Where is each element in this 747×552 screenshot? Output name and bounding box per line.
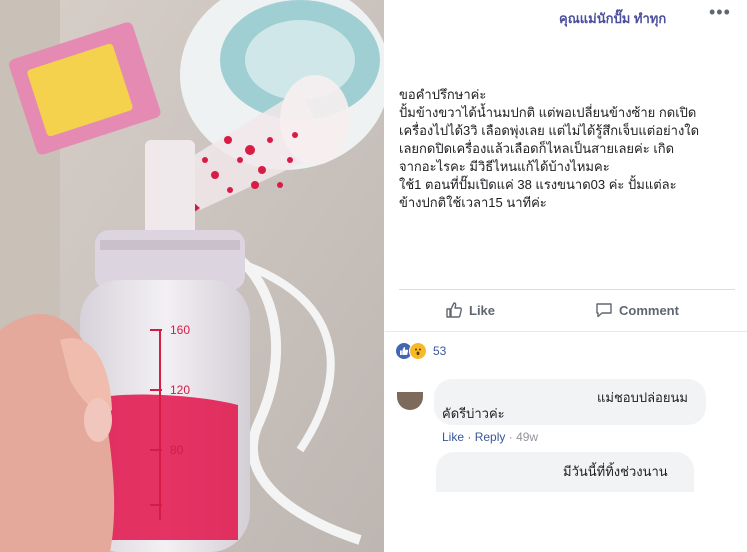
divider [399,289,735,290]
post-line: เลยกดปิดเครื่องแล้วเลือดก็ไหลเป็นสายเลยค… [399,141,675,156]
reply-text-line: มีวันนี้ที่ทิ้งช่วงนาน [563,464,668,479]
like-button[interactable]: Like [445,301,495,319]
separator: · [508,430,513,444]
post-panel: คุณแม่นักปั๊ม ทำทุก ••• ขอคำปรึกษาค่ะ ปั… [385,0,747,552]
more-options-icon[interactable]: ••• [709,2,731,23]
comment-meta: Like · Reply · 49w [442,430,538,444]
reaction-count: 53 [433,344,447,358]
svg-text:120: 120 [170,383,190,397]
breast-pump-photo: 160 120 80 [0,0,384,552]
post-line: ขอคำปรึกษาค่ะ [399,87,487,102]
commenter-avatar[interactable] [397,392,423,410]
wow-reaction-icon [409,342,427,360]
post-photo[interactable]: 160 120 80 [0,0,384,552]
reactions-divider [385,331,747,332]
reactions-summary[interactable]: 53 [395,342,446,360]
post-line: จากอะไรคะ มีวิธีไหนแก้ได้บ้างไหมคะ [399,159,610,174]
post-text: ขอคำปรึกษาค่ะ ปั้มข้างขวาได้น้ำนมปกติ แต… [399,86,735,212]
comment-text-line: คัดรีบ่าวค่ะ [442,406,505,421]
like-label: Like [469,302,496,318]
separator: · [467,430,472,444]
thumbs-up-icon [446,302,462,318]
comment-icon [596,303,612,318]
svg-text:160: 160 [170,323,190,337]
post-author-name[interactable]: คุณแม่นักปั๊ม ทำทุก [559,8,666,29]
comment-button[interactable]: Comment [595,301,679,319]
comment-text-line: แม่ชอบปล่อยนม [597,390,688,405]
comment-reply-link[interactable]: Reply [475,430,506,444]
post-line: ใช้1 ตอนที่ปั๊มเปิดแค่ 38 แรงขนาด03 ค่ะ … [399,177,677,192]
comment-timestamp[interactable]: 49w [516,430,538,444]
comment-label: Comment [619,302,679,318]
post-line: เครื่องไปได้3วิ เลือดพุ่งเลย แต่ไม่ได้รู… [399,123,700,138]
svg-text:80: 80 [170,443,184,457]
post-line: ข้างปกติใช้เวลา15 นาทีค่ะ [399,195,547,210]
post-line: ปั้มข้างขวาได้น้ำนมปกติ แต่พอเปลี่ยนข้าง… [399,105,697,120]
comment-like-link[interactable]: Like [442,430,464,444]
